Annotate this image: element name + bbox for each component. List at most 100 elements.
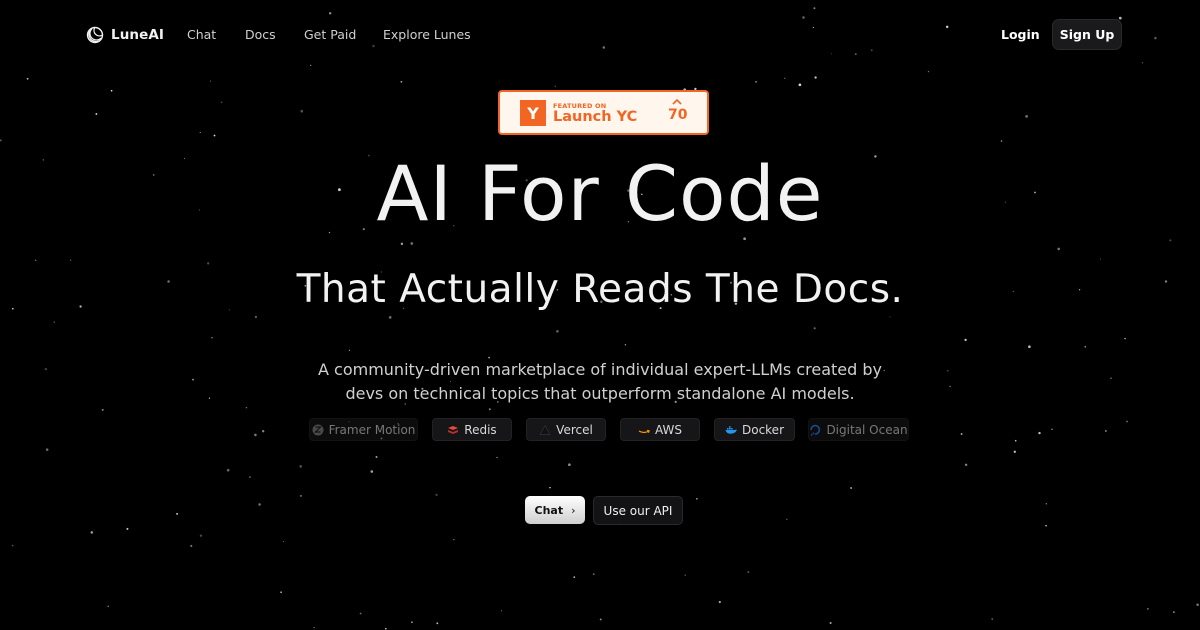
nav-link-chat[interactable]: Chat <box>187 27 216 42</box>
star <box>400 80 403 83</box>
chip-docker[interactable]: Docker <box>714 418 795 441</box>
star <box>101 408 104 411</box>
digital-ocean-icon <box>810 424 821 436</box>
star <box>500 610 503 612</box>
star <box>226 468 230 472</box>
chip-label: Redis <box>464 422 497 437</box>
top-navigation: LuneAI Chat Docs Get Paid Explore Lunes … <box>0 0 1200 70</box>
star <box>829 621 832 625</box>
star <box>213 134 216 137</box>
nav-link-get-paid[interactable]: Get Paid <box>304 27 356 42</box>
chip-redis[interactable]: Redis <box>432 418 512 441</box>
star <box>568 463 571 467</box>
star <box>1013 450 1016 453</box>
star <box>0 139 2 142</box>
star <box>192 378 194 381</box>
star <box>328 231 331 234</box>
star <box>496 456 498 459</box>
star <box>53 321 55 323</box>
star <box>1057 247 1061 251</box>
login-link[interactable]: Login <box>1001 27 1040 42</box>
star <box>254 433 257 437</box>
yc-launch-title: Launch YC <box>553 109 638 125</box>
star <box>696 497 698 500</box>
star <box>889 316 891 318</box>
star <box>1099 258 1101 260</box>
chat-button-label: Chat <box>534 503 564 517</box>
star <box>1051 428 1053 430</box>
chip-label: Docker <box>741 422 785 437</box>
star <box>126 527 129 530</box>
signup-button[interactable]: Sign Up <box>1052 19 1122 50</box>
star <box>209 80 212 82</box>
star <box>228 309 230 311</box>
yc-upvote-count: 70 <box>668 107 688 123</box>
star <box>262 430 265 433</box>
star <box>1045 503 1047 505</box>
hero-headline: AI For Code <box>376 149 824 238</box>
chip-digital-ocean[interactable]: Digital Ocean <box>808 418 909 441</box>
star <box>44 367 47 371</box>
star <box>599 618 602 621</box>
brand-logo-link[interactable]: LuneAI <box>86 25 164 45</box>
star <box>1173 611 1175 613</box>
star <box>220 101 223 104</box>
chip-aws[interactable]: AWS <box>620 418 700 441</box>
star <box>1028 345 1031 349</box>
star <box>299 465 303 468</box>
star <box>946 369 949 372</box>
star <box>592 573 595 576</box>
nav-link-explore-lunes[interactable]: Explore Lunes <box>383 27 471 42</box>
use-api-button[interactable]: Use our API <box>593 496 683 525</box>
star <box>573 576 576 578</box>
nav-link-docs[interactable]: Docs <box>245 27 276 42</box>
chip-label: Digital Ocean <box>826 422 908 437</box>
vercel-icon <box>539 424 551 435</box>
yc-logo-icon: Y <box>520 100 546 126</box>
star <box>718 600 721 604</box>
chip-label: Vercel <box>556 422 593 437</box>
star <box>280 591 282 594</box>
star <box>11 544 14 547</box>
chevron-right-icon: › <box>571 503 576 517</box>
star <box>435 493 438 497</box>
star <box>927 70 930 73</box>
launch-yc-badge[interactable]: Y FEATURED ON Launch YC 70 <box>498 90 709 135</box>
star <box>964 338 967 342</box>
star <box>110 89 113 92</box>
star <box>1169 239 1172 242</box>
star <box>991 618 994 620</box>
star <box>199 534 203 537</box>
star <box>453 539 455 541</box>
star <box>400 242 404 246</box>
chip-vercel[interactable]: Vercel <box>526 418 606 441</box>
star <box>964 463 968 467</box>
star <box>1196 603 1199 606</box>
star <box>786 518 788 521</box>
star <box>784 77 786 79</box>
star <box>388 316 392 319</box>
star <box>1045 524 1047 527</box>
aws-icon <box>638 429 650 433</box>
star <box>411 621 413 624</box>
star <box>199 131 201 134</box>
star <box>798 83 802 87</box>
star <box>747 571 750 574</box>
chip-label: AWS <box>654 422 683 437</box>
star <box>90 531 94 534</box>
star <box>624 343 627 346</box>
hero-subheadline: That Actually Reads The Docs. <box>296 267 904 312</box>
star <box>1124 337 1126 340</box>
docker-icon <box>725 425 737 434</box>
star <box>26 77 29 80</box>
star <box>554 85 556 87</box>
star <box>107 605 109 607</box>
chat-button[interactable]: Chat › <box>525 496 585 524</box>
star <box>211 337 213 339</box>
chip-framer-motion[interactable]: Framer Motion <box>309 418 418 441</box>
star <box>370 470 374 473</box>
star <box>755 80 758 83</box>
star <box>1014 439 1017 442</box>
star <box>850 487 853 489</box>
lune-logo-icon <box>86 26 104 44</box>
